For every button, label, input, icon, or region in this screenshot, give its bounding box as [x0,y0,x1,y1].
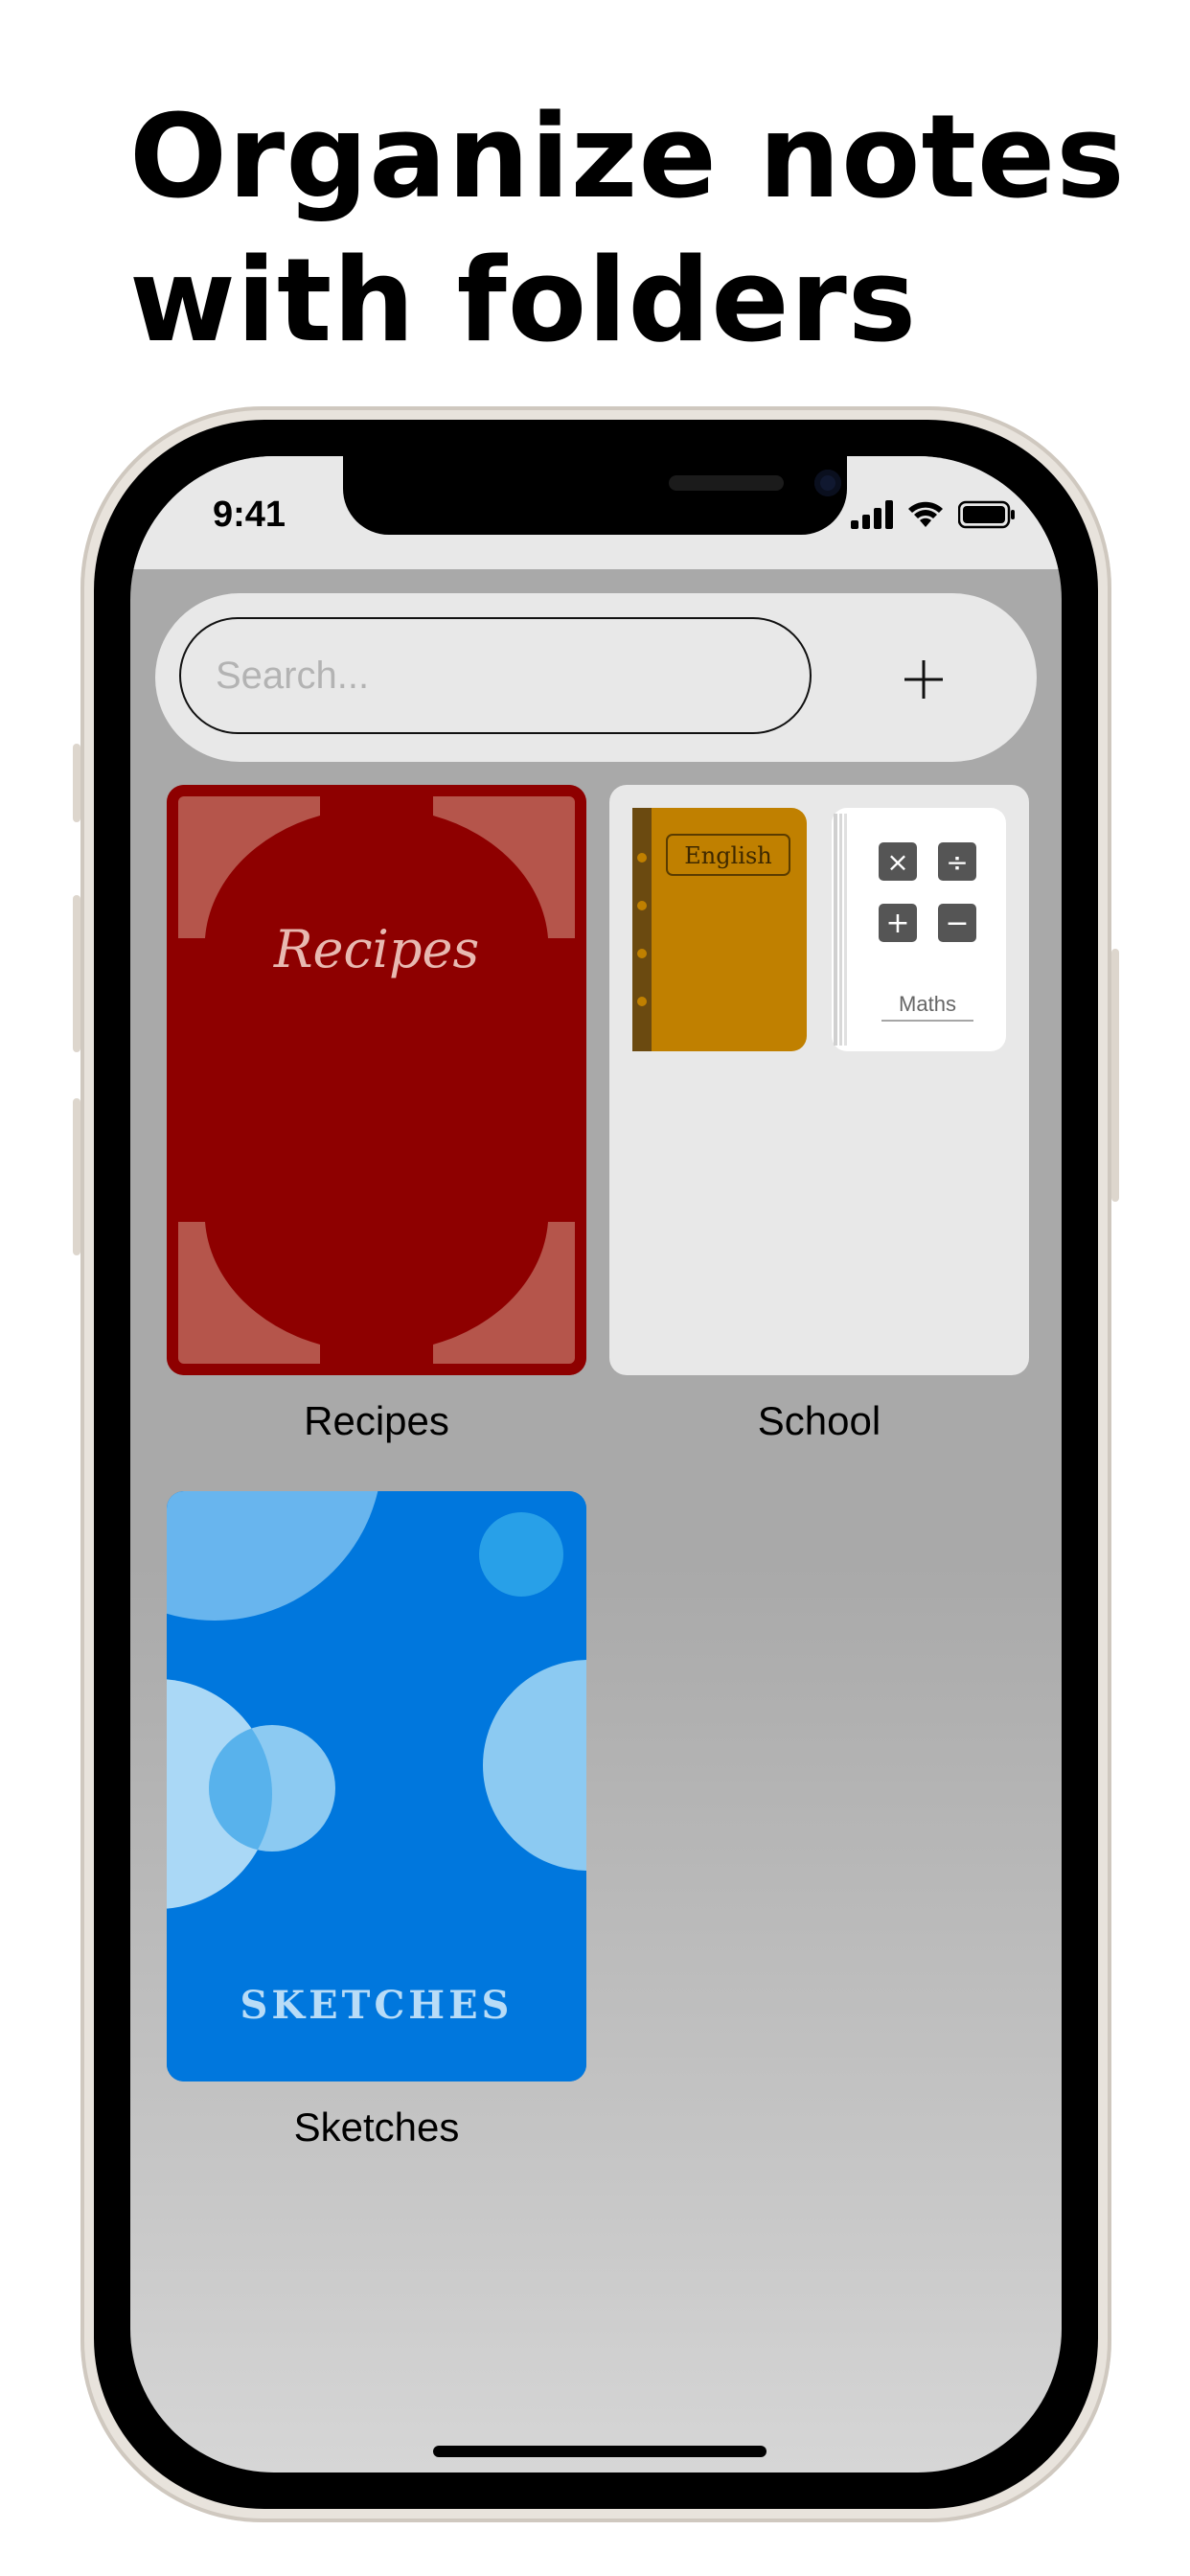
status-icons [851,498,1016,531]
folder-label-school: School [757,1398,881,1443]
maths-notebook: × ÷ + − Maths [832,808,1006,1051]
school-cover: English × ÷ + − Maths [609,785,1029,1375]
times-symbol: × [886,846,908,878]
battery-icon [958,500,1015,529]
home-indicator [433,2446,767,2457]
volume-down-button [73,1098,80,1255]
recipes-cover-art: Recipes [167,785,586,1375]
app-screen: 9:41 Search... Recipes Recipes English ×… [130,456,1062,2472]
status-time: 9:41 [213,494,286,535]
page-headline: Organize notes with folders [129,86,1135,374]
signal-icon [851,500,893,529]
divide-symbol: ÷ [946,846,968,878]
headline-line-2: with folders [129,235,918,368]
plus-icon [904,660,943,699]
search-bar [155,593,1037,762]
minus-symbol: − [945,907,969,940]
sketches-cover-art: Sketches [167,1491,586,2082]
maths-notebook-title: Maths [899,992,956,1016]
recipes-cover-title: Recipes [273,919,479,979]
sketches-cover: Sketches [167,1491,586,2082]
folder-label-sketches: Sketches [293,2104,460,2150]
english-notebook: English [632,808,807,1051]
plus-symbol: + [885,907,909,940]
school-cover-art: English × ÷ + − Maths [632,808,1006,1051]
power-button [1111,949,1119,1202]
search-input[interactable] [179,617,812,734]
recipes-cover: Recipes [167,785,586,1375]
front-camera [814,470,841,496]
headline-line-1: Organize notes [129,91,1126,224]
folder-sketches[interactable]: Sketches Sketches [167,1491,586,2162]
notch [343,456,847,535]
add-folder-button[interactable] [883,639,964,720]
mute-switch [73,744,80,822]
wifi-icon [908,501,943,527]
folder-recipes[interactable]: Recipes Recipes [167,785,586,1456]
folder-school[interactable]: English × ÷ + − Maths School [609,785,1029,1456]
volume-up-button [73,895,80,1052]
english-notebook-title: English [684,842,771,869]
status-bar: 9:41 [130,456,1062,569]
speaker-grille [669,475,784,491]
folder-label-recipes: Recipes [304,1398,449,1443]
sketches-cover-title: Sketches [240,1983,514,2028]
